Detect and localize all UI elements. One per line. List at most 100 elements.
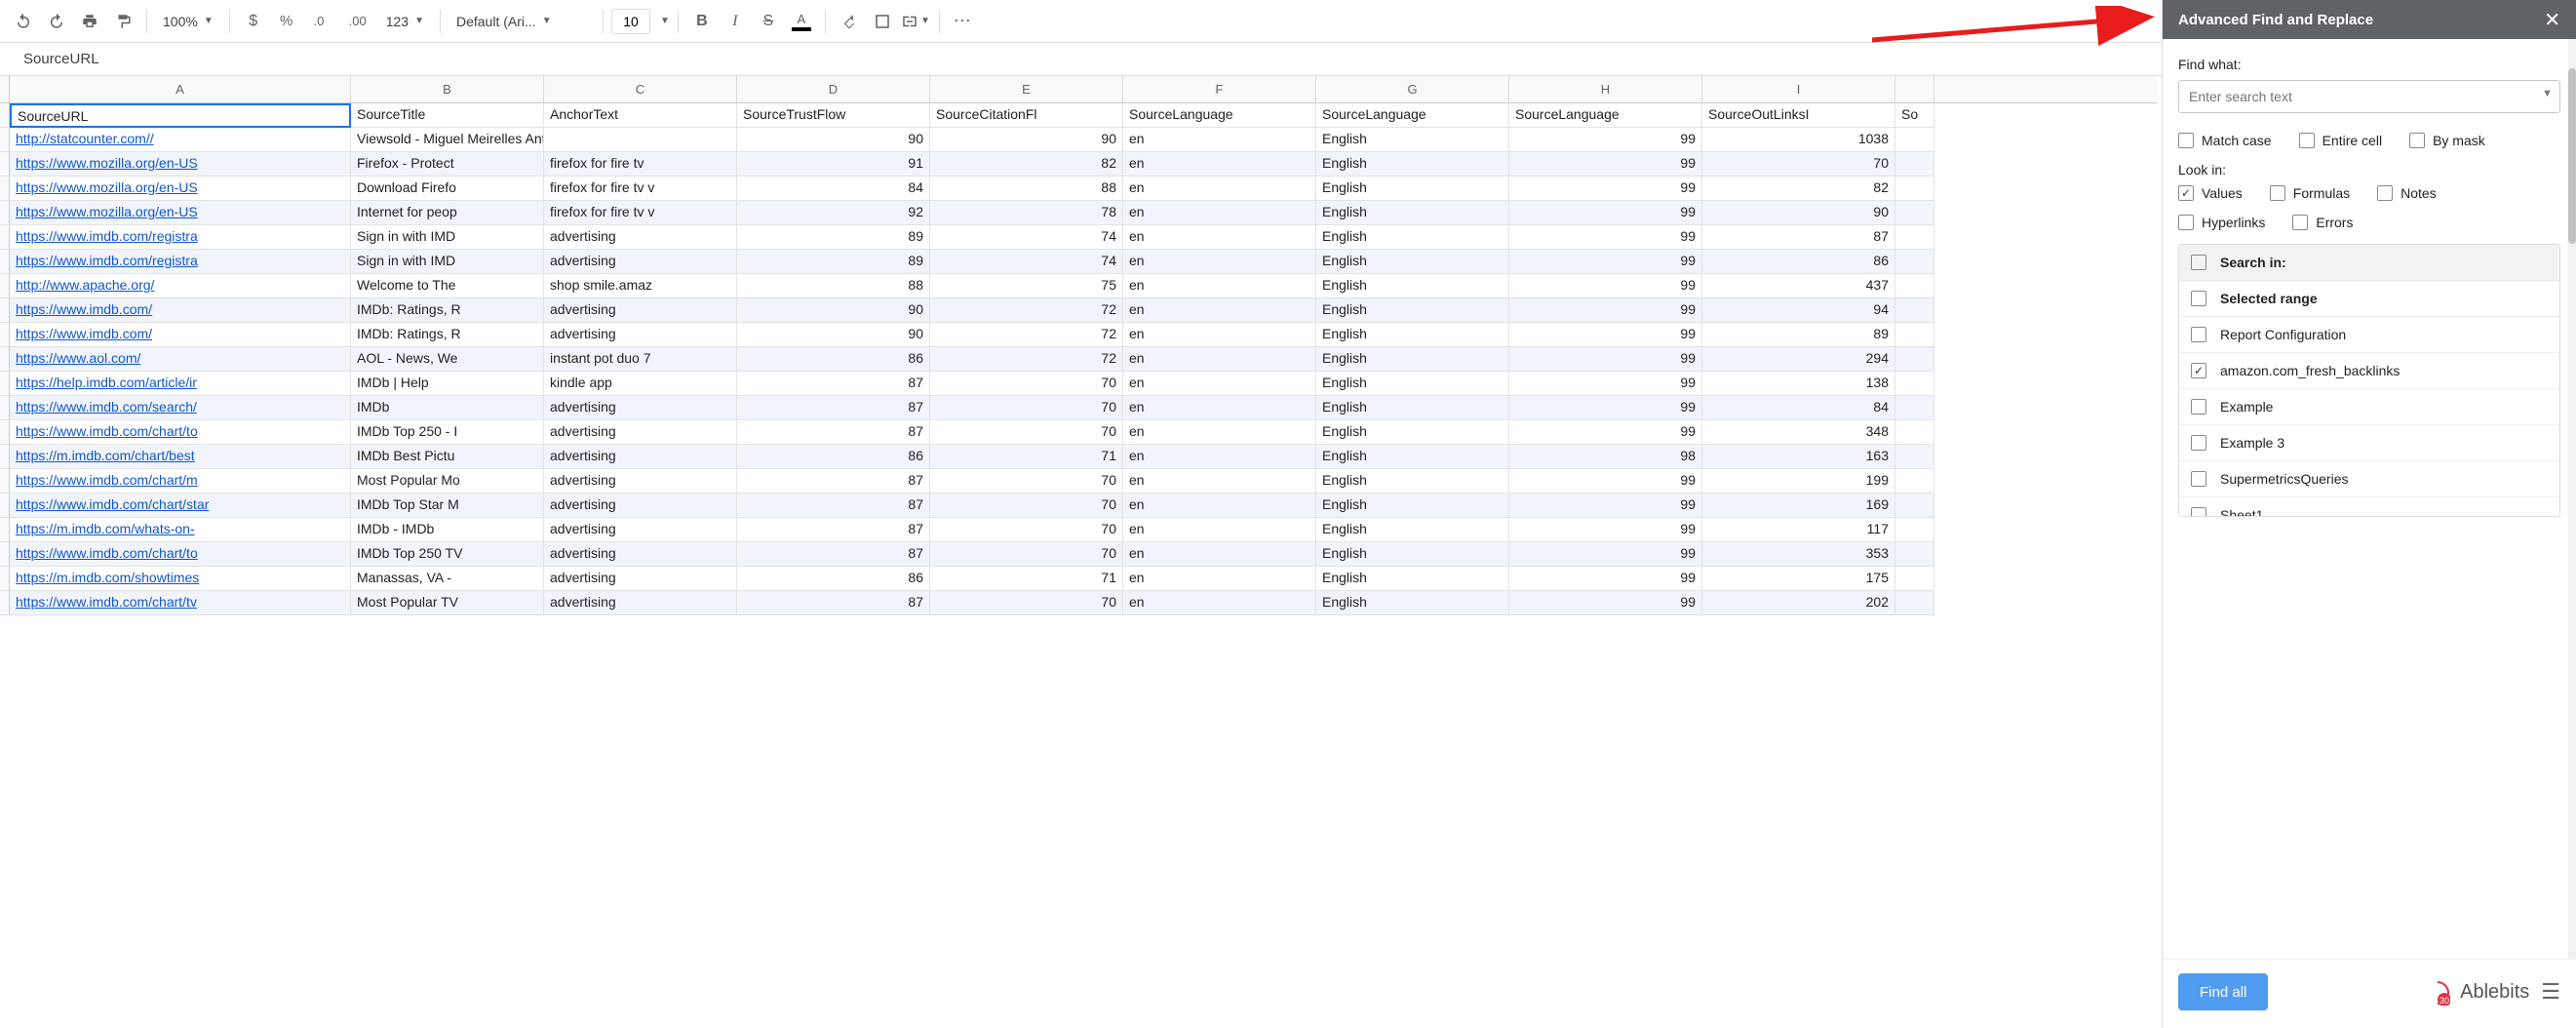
cell[interactable] xyxy=(1895,469,1934,494)
print-icon[interactable] xyxy=(74,6,105,37)
cell[interactable]: 99 xyxy=(1509,177,1702,201)
more-toolbar-icon[interactable]: ⋯ xyxy=(948,6,979,37)
cell-url[interactable]: https://www.aol.com/ xyxy=(10,347,351,372)
paint-format-icon[interactable] xyxy=(107,6,138,37)
cell[interactable]: 99 xyxy=(1509,225,1702,250)
cell[interactable]: English xyxy=(1316,250,1509,274)
col-header-E[interactable]: E xyxy=(930,76,1123,102)
cell[interactable]: advertising xyxy=(544,298,737,323)
cell[interactable]: en xyxy=(1123,128,1316,152)
cell[interactable]: AnchorText xyxy=(544,103,737,128)
cell[interactable]: 99 xyxy=(1509,347,1702,372)
cell[interactable]: advertising xyxy=(544,225,737,250)
cell[interactable]: 89 xyxy=(737,225,930,250)
by-mask-checkbox[interactable]: By mask xyxy=(2409,133,2485,148)
cell[interactable]: en xyxy=(1123,542,1316,567)
cell[interactable]: advertising xyxy=(544,445,737,469)
cell[interactable]: 70 xyxy=(930,494,1123,518)
italic-icon[interactable]: I xyxy=(720,6,751,37)
sidebar-scrollbar[interactable] xyxy=(2568,39,2576,960)
cell[interactable] xyxy=(1895,347,1934,372)
cell[interactable] xyxy=(1895,372,1934,396)
cell[interactable] xyxy=(1895,298,1934,323)
match-case-checkbox[interactable]: Match case xyxy=(2178,133,2272,148)
cell[interactable]: English xyxy=(1316,225,1509,250)
percent-icon[interactable]: % xyxy=(271,6,302,37)
cell[interactable]: 74 xyxy=(930,225,1123,250)
cell[interactable]: 169 xyxy=(1702,494,1895,518)
cell[interactable]: 87 xyxy=(737,591,930,615)
cell[interactable]: Most Popular TV xyxy=(351,591,544,615)
cell[interactable]: English xyxy=(1316,445,1509,469)
cell[interactable]: firefox for fire tv xyxy=(544,152,737,177)
list-item[interactable]: Example 3 xyxy=(2179,425,2559,461)
list-item[interactable]: Example xyxy=(2179,389,2559,425)
cell[interactable]: Most Popular Mo xyxy=(351,469,544,494)
cell[interactable]: Internet for peop xyxy=(351,201,544,225)
search-input[interactable] xyxy=(2178,80,2560,113)
cell-url[interactable]: https://www.mozilla.org/en-US xyxy=(10,201,351,225)
cell[interactable]: 87 xyxy=(737,494,930,518)
cell[interactable] xyxy=(1895,250,1934,274)
cell[interactable]: advertising xyxy=(544,494,737,518)
cell[interactable]: So xyxy=(1895,103,1934,128)
cell-url[interactable]: https://www.imdb.com/chart/m xyxy=(10,469,351,494)
cell[interactable]: en xyxy=(1123,445,1316,469)
fill-color-icon[interactable] xyxy=(834,6,865,37)
cell[interactable]: SourceCitationFl xyxy=(930,103,1123,128)
hyperlinks-checkbox[interactable]: Hyperlinks xyxy=(2178,215,2265,230)
cell[interactable] xyxy=(1895,177,1934,201)
cell-url[interactable]: https://www.imdb.com/chart/tv xyxy=(10,591,351,615)
cell[interactable]: 86 xyxy=(737,445,930,469)
notes-checkbox[interactable]: Notes xyxy=(2377,185,2437,201)
cell[interactable] xyxy=(1895,225,1934,250)
cell[interactable]: 88 xyxy=(737,274,930,298)
cell[interactable]: 99 xyxy=(1509,152,1702,177)
cell[interactable]: IMDb: Ratings, R xyxy=(351,298,544,323)
cell-url[interactable]: https://m.imdb.com/whats-on- xyxy=(10,518,351,542)
cell[interactable] xyxy=(1895,201,1934,225)
cell[interactable]: English xyxy=(1316,567,1509,591)
cell[interactable]: 86 xyxy=(1702,250,1895,274)
cell[interactable]: en xyxy=(1123,347,1316,372)
cell[interactable]: English xyxy=(1316,591,1509,615)
cell[interactable]: en xyxy=(1123,323,1316,347)
cell[interactable]: 84 xyxy=(737,177,930,201)
cell[interactable]: 70 xyxy=(930,518,1123,542)
formulas-checkbox[interactable]: Formulas xyxy=(2270,185,2350,201)
cell[interactable]: Manassas, VA - xyxy=(351,567,544,591)
list-item[interactable]: SupermetricsQueries xyxy=(2179,461,2559,497)
cell[interactable]: 437 xyxy=(1702,274,1895,298)
cell[interactable]: 70 xyxy=(930,396,1123,420)
cell[interactable]: IMDb Top 250 - I xyxy=(351,420,544,445)
cell[interactable]: 70 xyxy=(1702,152,1895,177)
cell[interactable]: English xyxy=(1316,420,1509,445)
text-color-icon[interactable]: A xyxy=(786,6,817,37)
cell[interactable]: 138 xyxy=(1702,372,1895,396)
cell-url[interactable]: https://www.imdb.com/chart/to xyxy=(10,420,351,445)
cell[interactable]: en xyxy=(1123,298,1316,323)
cell[interactable]: 99 xyxy=(1509,591,1702,615)
cell[interactable]: IMDb xyxy=(351,396,544,420)
cell[interactable] xyxy=(1895,445,1934,469)
bold-icon[interactable]: B xyxy=(686,6,718,37)
search-in-header[interactable]: Search in: xyxy=(2179,245,2559,281)
cell[interactable]: 99 xyxy=(1509,420,1702,445)
cell[interactable]: advertising xyxy=(544,518,737,542)
cell[interactable]: English xyxy=(1316,201,1509,225)
merge-cells-icon[interactable]: ▼ xyxy=(900,6,931,37)
cell-url[interactable]: https://www.imdb.com/search/ xyxy=(10,396,351,420)
cell[interactable]: 70 xyxy=(930,469,1123,494)
errors-checkbox[interactable]: Errors xyxy=(2292,215,2353,230)
cell[interactable]: 87 xyxy=(1702,225,1895,250)
cell[interactable]: en xyxy=(1123,494,1316,518)
cell[interactable]: English xyxy=(1316,396,1509,420)
cell[interactable]: IMDb Top Star M xyxy=(351,494,544,518)
cell[interactable]: 75 xyxy=(930,274,1123,298)
cell[interactable]: Viewsold - Miguel Meirelles Antiqu xyxy=(351,128,544,152)
cell[interactable]: 99 xyxy=(1509,323,1702,347)
cell[interactable]: SourceLanguage xyxy=(1123,103,1316,128)
cell[interactable]: advertising xyxy=(544,469,737,494)
cell[interactable]: 74 xyxy=(930,250,1123,274)
cell[interactable]: 99 xyxy=(1509,494,1702,518)
